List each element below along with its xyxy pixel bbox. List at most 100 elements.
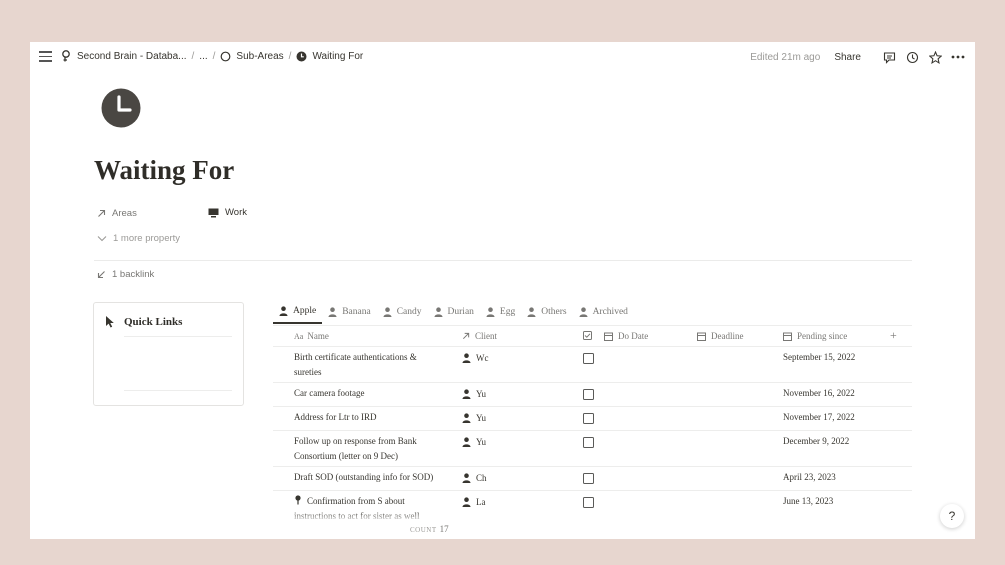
pin-icon [295,495,301,505]
row-pending-since[interactable]: September 15, 2022 [783,352,855,362]
row-checkbox[interactable] [583,473,594,484]
breadcrumb-item-ellipsis[interactable]: ... [199,51,207,62]
page-title[interactable]: Waiting For [94,155,234,186]
quick-links-line [124,336,232,337]
tab-others[interactable]: Others [521,302,572,322]
brain-icon [62,50,70,62]
divider [94,260,912,261]
property-areas[interactable]: Areas [97,208,137,219]
table-row[interactable]: Car camera footage Yu November 16, 2022 [273,383,912,407]
comment-icon[interactable] [882,50,896,64]
person-icon [383,307,392,317]
breadcrumb-item-waiting-for[interactable]: Waiting For [296,51,363,62]
quick-links-title: Quick Links [124,316,183,328]
person-icon [462,389,471,399]
database-view-tabs: Apple Banana Candy Durian Egg Others Arc… [273,302,634,324]
breadcrumb-separator: / [288,50,292,62]
arrow-up-right-icon [98,209,106,217]
cursor-icon [106,316,114,328]
person-icon [279,306,288,316]
tab-banana[interactable]: Banana [322,302,377,322]
tab-apple[interactable]: Apple [273,302,323,324]
row-client[interactable]: Yu [462,413,486,423]
checkbox-icon [583,331,592,340]
arrow-down-left-icon [97,271,105,279]
quick-links-callout: Quick Links [93,302,244,406]
arrow-up-right-icon [462,332,470,340]
tab-candy[interactable]: Candy [377,302,428,322]
person-icon [328,307,337,317]
row-checkbox[interactable] [583,389,594,400]
column-header-client[interactable]: Client [462,331,497,341]
row-pending-since[interactable]: November 16, 2022 [783,388,855,398]
tab-archived[interactable]: Archived [573,302,634,322]
page-clock-icon[interactable] [101,88,141,128]
row-client[interactable]: Yu [462,389,486,399]
column-header-pending-since[interactable]: Pending since [783,331,847,341]
computer-icon [208,208,219,217]
column-header-name[interactable]: Aa Name [294,331,329,341]
person-icon [579,307,588,317]
row-checkbox[interactable] [583,413,594,424]
person-icon [462,353,471,363]
row-name[interactable]: Draft SOD (outstanding info for SOD) [294,470,464,485]
breadcrumb-separator: / [212,50,216,62]
person-icon [434,307,443,317]
clock-icon [296,51,307,61]
row-client[interactable]: Wc [462,353,489,363]
circle-icon [221,51,231,61]
chevron-down-icon [97,236,107,242]
history-icon[interactable] [905,50,919,64]
person-icon [462,473,471,483]
column-header-do-date[interactable]: Do Date [604,331,648,341]
row-client[interactable]: Yu [462,437,486,447]
calendar-icon [697,332,706,341]
row-name[interactable]: Follow up on response from Bank Consorti… [294,434,444,464]
row-pending-since[interactable]: November 17, 2022 [783,412,855,422]
star-icon[interactable] [928,50,942,64]
row-name[interactable]: Address for Ltr to IRD [294,410,444,425]
person-icon [527,307,536,317]
row-checkbox[interactable] [583,437,594,448]
table-header: Aa Name Client Do Date Deadline Pending … [273,325,912,347]
edited-timestamp: Edited 21m ago [750,51,821,63]
row-name[interactable]: Birth certificate authentications & sure… [294,350,444,380]
row-client[interactable]: La [462,497,486,507]
row-pending-since[interactable]: April 23, 2023 [783,472,836,482]
person-icon [486,307,495,317]
breadcrumb-item-sub-areas[interactable]: Sub-Areas [220,51,284,62]
backlink-toggle[interactable]: 1 backlink [97,269,154,280]
tab-durian[interactable]: Durian [428,302,480,322]
table-row[interactable]: Draft SOD (outstanding info for SOD) Ch … [273,467,912,491]
tab-egg[interactable]: Egg [480,302,521,322]
notion-window: Second Brain - Databa... / ... / Sub-Are… [30,42,975,539]
table-row[interactable]: Follow up on response from Bank Consorti… [273,431,912,467]
table-row[interactable]: Address for Ltr to IRD Yu November 17, 2… [273,407,912,431]
breadcrumb-item-second-brain[interactable]: Second Brain - Databa... [61,50,187,62]
top-actions: Edited 21m ago Share [750,50,965,64]
share-button[interactable]: Share [834,52,861,63]
row-client[interactable]: Ch [462,473,487,483]
row-pending-since[interactable]: June 13, 2023 [783,496,833,506]
add-column-icon[interactable]: + [890,328,897,343]
scroll-fade [273,512,912,522]
property-work-relation[interactable]: Work [208,207,247,218]
row-checkbox[interactable] [583,497,594,508]
row-name[interactable]: Car camera footage [294,386,444,401]
breadcrumb: Second Brain - Databa... / ... / Sub-Are… [61,50,363,62]
calendar-icon [604,332,613,341]
calendar-icon [783,332,792,341]
row-pending-since[interactable]: December 9, 2022 [783,436,849,446]
more-properties-toggle[interactable]: 1 more property [97,233,180,244]
more-icon[interactable] [951,50,965,64]
breadcrumb-separator: / [191,50,195,62]
column-header-checkbox[interactable] [583,331,597,340]
menu-icon[interactable] [39,51,52,62]
table-row[interactable]: Birth certificate authentications & sure… [273,347,912,383]
help-button[interactable]: ? [940,504,964,528]
person-icon [462,497,471,507]
column-header-deadline[interactable]: Deadline [697,331,743,341]
row-count: COUNT 17 [410,524,449,534]
quick-links-line [124,390,232,391]
row-checkbox[interactable] [583,353,594,364]
